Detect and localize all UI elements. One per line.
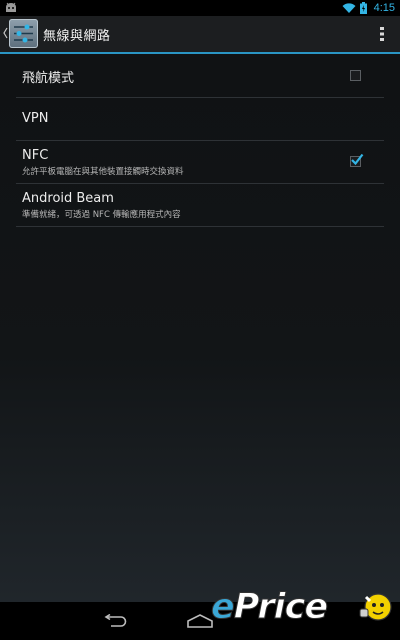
settings-sliders-icon[interactable] bbox=[9, 19, 38, 48]
airplane-mode-label: 飛航模式 bbox=[22, 71, 75, 86]
android-beam-row[interactable]: Android Beam 準備就緒，可透過 NFC 傳輸應用程式內容 bbox=[16, 183, 384, 227]
nfc-checkbox[interactable] bbox=[350, 153, 364, 167]
watermark-logo-text: ePrice bbox=[211, 587, 329, 628]
action-bar: 無線與網路 bbox=[0, 16, 400, 54]
nfc-summary: 允許平板電腦在與其他裝置接觸時交換資料 bbox=[22, 167, 184, 177]
battery-icon bbox=[359, 2, 367, 14]
checkmark-icon bbox=[351, 153, 364, 166]
home-icon[interactable] bbox=[186, 614, 214, 628]
nfc-row[interactable]: NFC 允許平板電腦在與其他裝置接觸時交換資料 bbox=[16, 140, 384, 184]
airplane-mode-checkbox[interactable] bbox=[350, 70, 361, 81]
vpn-row[interactable]: VPN bbox=[16, 97, 384, 141]
back-icon[interactable] bbox=[103, 614, 128, 628]
chevron-left-icon[interactable] bbox=[3, 27, 8, 39]
mascot-icon bbox=[359, 593, 392, 621]
vpn-label: VPN bbox=[22, 111, 49, 126]
status-time: 4:15 bbox=[373, 2, 395, 14]
overflow-menu-button[interactable] bbox=[379, 26, 385, 42]
airplane-mode-row[interactable]: 飛航模式 bbox=[16, 54, 384, 98]
android-beam-summary: 準備就緒，可透過 NFC 傳輸應用程式內容 bbox=[22, 210, 181, 220]
settings-list: 飛航模式 VPN NFC 允許平板電腦在與其他裝置接觸時交換資料 Android… bbox=[0, 54, 400, 602]
page-title: 無線與網路 bbox=[43, 29, 111, 44]
status-bar: 4:15 bbox=[0, 0, 400, 16]
nfc-label: NFC bbox=[22, 148, 49, 163]
android-notification-icon bbox=[6, 2, 16, 12]
android-beam-label: Android Beam bbox=[22, 191, 114, 206]
wifi-icon bbox=[342, 3, 356, 13]
eprice-watermark: ePrice bbox=[211, 585, 400, 640]
